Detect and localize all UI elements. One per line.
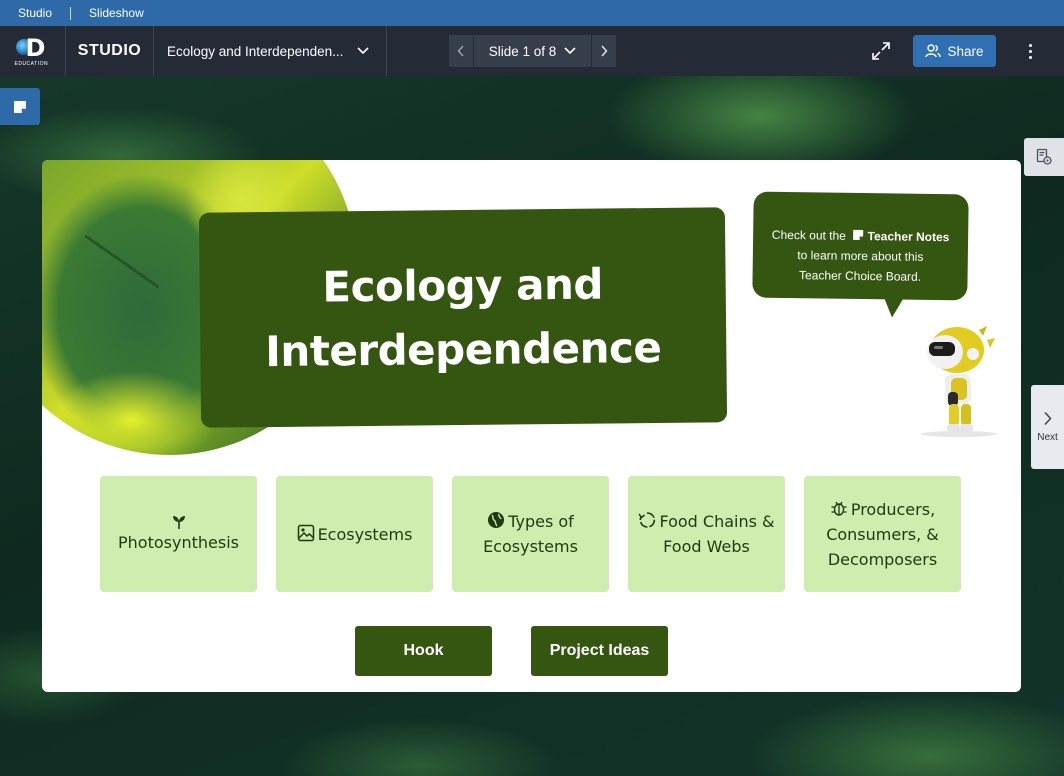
- topic-card-content: Producers, Consumers, & Decomposers: [810, 497, 955, 572]
- logo-caption: EDUCATION: [14, 61, 49, 67]
- image-icon: [297, 524, 314, 541]
- topic-label: Food Chains & Food Webs: [659, 512, 775, 556]
- teacher-notes-label: Teacher Notes: [867, 229, 950, 245]
- bubble-tail: [882, 293, 907, 318]
- breadcrumb: Studio Slideshow: [0, 0, 1064, 26]
- topic-card-types-of-ecosystems[interactable]: Types of Ecosystems: [452, 476, 609, 592]
- more-options-icon[interactable]: [1020, 40, 1040, 62]
- chevron-down-icon: [564, 47, 576, 55]
- next-slide-tab[interactable]: Next: [1031, 385, 1064, 469]
- breadcrumb-divider: [70, 6, 72, 20]
- slide-stage: Next Ecology and Interdependence Check o…: [0, 76, 1064, 776]
- logo-mark: D EDUCATION: [13, 33, 53, 69]
- topic-card-food-chains[interactable]: Food Chains & Food Webs: [628, 476, 785, 592]
- project-ideas-button[interactable]: Project Ideas: [531, 626, 668, 676]
- share-label: Share: [947, 43, 984, 59]
- slide-canvas: Ecology and Interdependence Check out th…: [42, 160, 1021, 692]
- topic-card-content: Types of Ecosystems: [458, 509, 603, 559]
- cycle-icon: [638, 512, 656, 528]
- fullscreen-icon[interactable]: [870, 40, 892, 62]
- sticky-note-icon: [14, 100, 26, 113]
- topic-card-content: Photosynthesis: [118, 514, 239, 555]
- bubble-line3: Teacher Choice Board.: [798, 268, 922, 284]
- robot-mascot-icon: [921, 326, 997, 437]
- topic-card-content: Ecosystems: [297, 522, 413, 547]
- chevron-right-icon: [1044, 411, 1052, 426]
- chevron-down-icon: [357, 47, 369, 55]
- slide-indicator: Slide 1 of 8: [488, 43, 557, 59]
- topic-card-ecosystems[interactable]: Ecosystems: [276, 476, 433, 592]
- previous-slide-button[interactable]: [449, 35, 473, 67]
- speech-bubble: Check out the Teacher Notes to learn mor…: [752, 191, 969, 318]
- topic-card-content: Food Chains & Food Webs: [634, 509, 779, 559]
- sticky-note-icon: [853, 229, 864, 240]
- share-button[interactable]: Share: [913, 35, 996, 67]
- topic-card-photosynthesis[interactable]: Photosynthesis: [100, 476, 257, 592]
- app-header: D EDUCATION STUDIO Ecology and Interdepe…: [0, 26, 1064, 76]
- breadcrumb-slideshow[interactable]: Slideshow: [89, 6, 144, 20]
- globe-icon: [488, 512, 505, 528]
- bug-icon: [831, 501, 847, 516]
- studio-label: STUDIO: [66, 26, 154, 76]
- deck-title-dropdown[interactable]: Ecology and Interdependen...: [154, 26, 387, 76]
- next-label: Next: [1037, 432, 1058, 443]
- slide-title-line2: Interdependence: [265, 322, 662, 376]
- leaf-stem: [84, 234, 160, 289]
- teacher-notes-button[interactable]: [0, 88, 40, 125]
- logo-letter: D: [25, 34, 46, 62]
- chevron-left-icon: [457, 45, 464, 57]
- topic-card-producers-consumers[interactable]: Producers, Consumers, & Decomposers: [804, 476, 961, 592]
- slide-settings-button[interactable]: [1024, 138, 1064, 176]
- slide-title: Ecology and Interdependence: [264, 251, 662, 383]
- hook-button[interactable]: Hook: [355, 626, 492, 676]
- title-card: Ecology and Interdependence: [198, 207, 728, 428]
- slide-title-line1: Ecology and: [322, 259, 604, 311]
- breadcrumb-studio[interactable]: Studio: [18, 6, 52, 20]
- topic-label: Ecosystems: [317, 524, 413, 544]
- deck-title: Ecology and Interdependen...: [167, 43, 344, 59]
- topic-label: Photosynthesis: [118, 532, 239, 552]
- bubble-line2: to learn more about this: [797, 248, 924, 264]
- discovery-education-logo[interactable]: D EDUCATION: [0, 26, 66, 76]
- slide-selector[interactable]: Slide 1 of 8: [474, 35, 591, 67]
- next-slide-button[interactable]: [592, 35, 616, 67]
- chevron-right-icon: [601, 45, 608, 57]
- users-icon: [925, 44, 942, 58]
- slide-navigator: Slide 1 of 8: [449, 35, 616, 67]
- bubble-prefix: Check out the: [771, 227, 847, 243]
- sprout-icon: [172, 515, 185, 529]
- document-settings-icon: [1036, 148, 1052, 165]
